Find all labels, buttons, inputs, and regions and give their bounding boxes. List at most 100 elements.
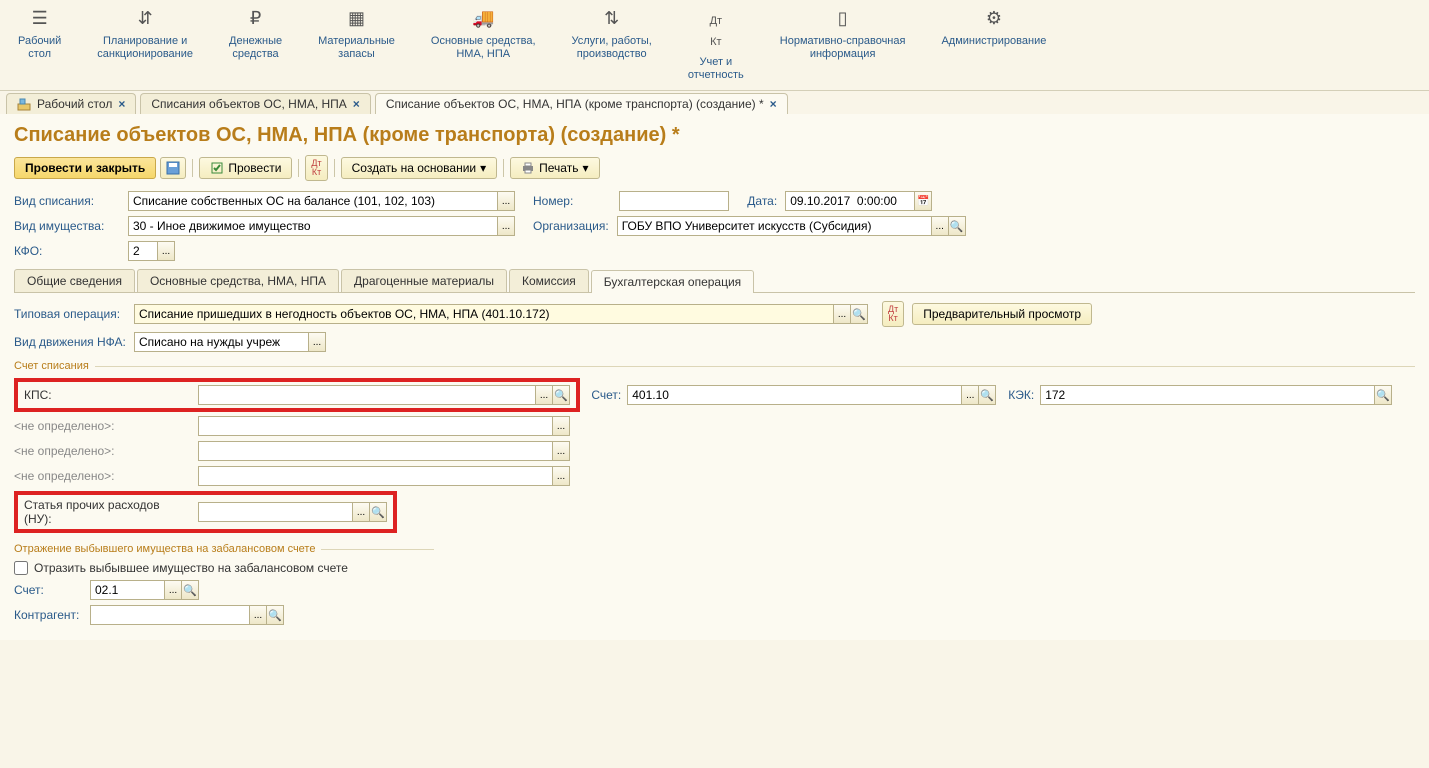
undef1-input[interactable] [198,416,553,436]
post-button[interactable]: Провести [199,157,292,179]
desktop-icon [17,97,31,111]
close-icon[interactable]: × [118,97,125,111]
post-close-button[interactable]: Провести и закрыть [14,157,156,179]
select-button[interactable]: ... [497,191,515,211]
search-button[interactable]: 🔍 [369,502,387,522]
search-button[interactable]: 🔍 [1374,385,1392,405]
data-input[interactable] [785,191,915,211]
undef3-field[interactable]: ... [198,466,570,486]
tab-precious[interactable]: Драгоценные материалы [341,269,507,292]
select-button[interactable]: ... [552,466,570,486]
nav-admin[interactable]: ⚙ Администрирование [923,0,1064,90]
preview-button[interactable]: Предварительный просмотр [912,303,1092,325]
calendar-button[interactable]: 📅 [914,191,932,211]
select-button[interactable]: ... [352,502,370,522]
label-data: Дата: [747,194,777,208]
search-button[interactable]: 🔍 [266,605,284,625]
search-icon: 🔍 [371,506,385,519]
nav-fixed-assets[interactable]: 🚚 Основные средства, НМА, НПА [413,0,554,90]
vid-im-input[interactable] [128,216,498,236]
select-button[interactable]: ... [308,332,326,352]
vid-dv-input[interactable] [134,332,309,352]
label-kps: КПС: [24,388,190,402]
select-button[interactable]: ... [497,216,515,236]
search-icon: 🔍 [980,389,994,402]
chevron-down-icon: ▾ [582,161,588,175]
schet-input[interactable] [627,385,962,405]
kfo-input[interactable] [128,241,158,261]
undef2-field[interactable]: ... [198,441,570,461]
dtkt-button[interactable]: ДтКт [882,301,904,327]
separator [334,159,335,177]
nav-services[interactable]: ⇅ Услуги, работы, производство [554,0,670,90]
label-kfo: КФО: [14,244,120,258]
nav-accounting[interactable]: ДтКт Учет и отчетность [670,0,762,90]
zab-schet-field[interactable]: ... 🔍 [90,580,199,600]
search-button[interactable]: 🔍 [850,304,868,324]
tab-list[interactable]: Списания объектов ОС, НМА, НПА × [140,93,370,114]
kontragent-input[interactable] [90,605,250,625]
close-icon[interactable]: × [770,97,777,111]
nav-reference[interactable]: ▯ Нормативно-справочная информация [762,0,924,90]
select-button[interactable]: ... [833,304,851,324]
kps-field[interactable]: ... 🔍 [198,385,570,405]
org-input[interactable] [617,216,932,236]
document-tabs: Рабочий стол × Списания объектов ОС, НМА… [0,91,1429,114]
kek-field[interactable]: 🔍 [1040,385,1392,405]
statya-input[interactable] [198,502,353,522]
separator [298,159,299,177]
search-button[interactable]: 🔍 [978,385,996,405]
tab-operation[interactable]: Бухгалтерская операция [591,270,754,293]
typ-op-input[interactable] [134,304,834,324]
undef3-input[interactable] [198,466,553,486]
tab-general[interactable]: Общие сведения [14,269,135,292]
search-button[interactable]: 🔍 [948,216,966,236]
search-button[interactable]: 🔍 [552,385,570,405]
close-icon[interactable]: × [353,97,360,111]
vid-im-field[interactable]: ... [128,216,515,236]
vid-dv-field[interactable]: ... [134,332,326,352]
search-button[interactable]: 🔍 [181,580,199,600]
tab-desktop[interactable]: Рабочий стол × [6,93,136,114]
label-typ-op: Типовая операция: [14,307,126,321]
zabalans-checkbox[interactable] [14,561,28,575]
typ-op-field[interactable]: ... 🔍 [134,304,868,324]
select-button[interactable]: ... [157,241,175,261]
print-button[interactable]: Печать ▾ [510,157,599,179]
tab-assets[interactable]: Основные средства, НМА, НПА [137,269,339,292]
content-area: Списание объектов ОС, НМА, НПА (кроме тр… [0,114,1429,640]
select-button[interactable]: ... [552,441,570,461]
nav-money[interactable]: ₽ Денежные средства [211,0,300,90]
nav-materials[interactable]: ▦ Материальные запасы [300,0,413,90]
select-button[interactable]: ... [164,580,182,600]
schet-field[interactable]: ... 🔍 [627,385,996,405]
data-field[interactable]: 📅 [785,191,932,211]
undef2-input[interactable] [198,441,553,461]
tab-commission[interactable]: Комиссия [509,269,589,292]
dtkt-button[interactable]: ДтКт [305,155,327,181]
nav-planning[interactable]: ⇵ Планирование и санкционирование [79,0,211,90]
kfo-field[interactable]: ... [128,241,175,261]
kontragent-field[interactable]: ... 🔍 [90,605,284,625]
select-button[interactable]: ... [535,385,553,405]
org-field[interactable]: ... 🔍 [617,216,966,236]
kps-input[interactable] [198,385,536,405]
save-button[interactable] [160,157,186,179]
select-button[interactable]: ... [931,216,949,236]
label-kontragent: Контрагент: [14,608,82,622]
statya-field[interactable]: ... 🔍 [198,502,387,522]
label-statya: Статья прочих расходов (НУ): [24,498,190,526]
create-based-button[interactable]: Создать на основании ▾ [341,157,498,179]
tab-label: Рабочий стол [37,97,112,111]
vid-spisaniya-input[interactable] [128,191,498,211]
undef1-field[interactable]: ... [198,416,570,436]
zab-schet-input[interactable] [90,580,165,600]
tab-document[interactable]: Списание объектов ОС, НМА, НПА (кроме тр… [375,93,788,114]
select-button[interactable]: ... [552,416,570,436]
nav-desktop[interactable]: ☰ Рабочий стол [0,0,79,90]
select-button[interactable]: ... [961,385,979,405]
select-button[interactable]: ... [249,605,267,625]
kek-input[interactable] [1040,385,1375,405]
vid-spisaniya-field[interactable]: ... [128,191,515,211]
nomer-input[interactable] [619,191,729,211]
